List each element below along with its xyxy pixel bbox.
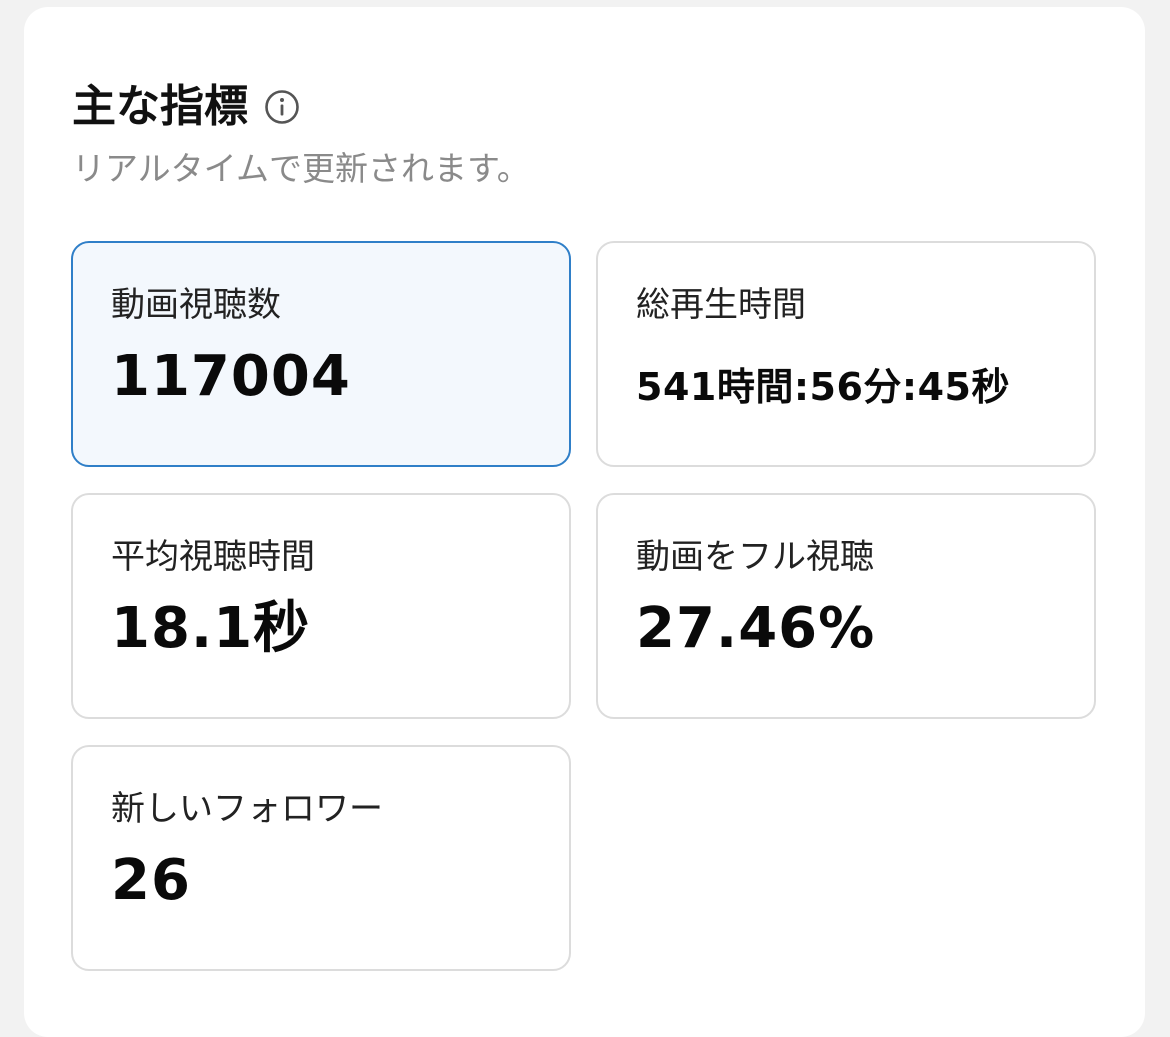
metric-card-average-watch-time[interactable]: 平均視聴時間 18.1秒 <box>71 493 571 719</box>
metric-label: 総再生時間 <box>636 285 806 325</box>
metric-card-total-watch-time[interactable]: 総再生時間 541時間:56分:45秒 <box>596 241 1096 467</box>
info-icon[interactable] <box>264 89 300 125</box>
key-metrics-panel: 主な指標 リアルタイムで更新されます。 動画視聴数 117004 総再生時間 5… <box>24 7 1145 1037</box>
panel-subtitle: リアルタイムで更新されます。 <box>72 149 530 188</box>
metric-value: 26 <box>111 848 191 913</box>
metric-card-video-views[interactable]: 動画視聴数 117004 <box>71 241 571 467</box>
panel-title: 主な指標 <box>72 81 248 132</box>
metric-label: 新しいフォロワー <box>111 789 383 829</box>
metric-label: 動画視聴数 <box>111 285 281 325</box>
metric-value: 117004 <box>111 344 351 409</box>
metric-value: 541時間:56分:45秒 <box>636 365 1010 409</box>
metric-value: 18.1秒 <box>111 596 311 661</box>
metric-card-new-followers[interactable]: 新しいフォロワー 26 <box>71 745 571 971</box>
metric-label: 平均視聴時間 <box>111 537 315 577</box>
metric-card-full-video-watched[interactable]: 動画をフル視聴 27.46% <box>596 493 1096 719</box>
panel-header: 主な指標 <box>72 77 300 137</box>
metric-label: 動画をフル視聴 <box>636 537 874 577</box>
metric-value: 27.46% <box>636 596 876 661</box>
